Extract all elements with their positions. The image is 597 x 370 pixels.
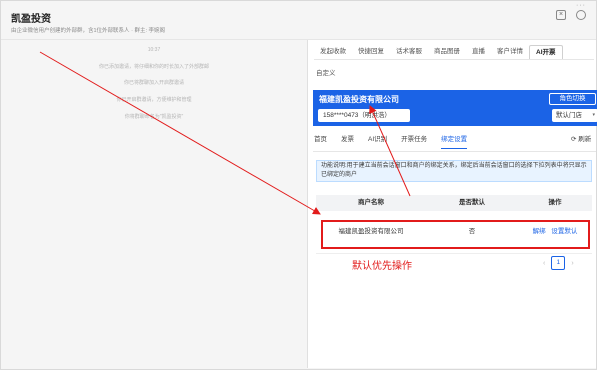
highlight-box [321,220,590,249]
header-is-default: 是否默认 [459,199,485,206]
system-message: 你将群聊命名为"凯盈投资" [124,114,184,120]
subnav-home[interactable]: 首页 [314,133,327,147]
tab-ai-invoice[interactable]: AI开票 [529,45,563,60]
company-name: 福建凯盈投资有限公司 [319,95,399,104]
tab-live[interactable]: 直播 [466,45,491,59]
tab-quick-reply[interactable]: 快捷回复 [352,45,390,59]
info-notice: 功能说明:用于建立当前会话窗口和商户的绑定关系，绑定后当前会话窗口的选择下拉列表… [316,160,592,182]
group-subtitle: 由企业微信用户创建的外部群，含1位外部联系人 · 群主: 李婉阁 [11,28,166,34]
chat-header: 凯盈投资 由企业微信用户创建的外部群，含1位外部联系人 · 群主: 李婉阁 ··… [1,1,596,40]
refresh-icon: ⟳ [571,136,577,143]
divider [314,59,594,60]
group-title: 凯盈投资 [11,14,51,25]
account-selector[interactable]: 158****0473（明洪浩） [318,109,410,122]
pagination: ‹ 1 › [543,256,574,270]
store-label: 默认门店 [556,112,582,119]
system-message: 你已添加邀请，将仔细和你的时长加入了外部群邮 [98,64,209,70]
subnav-invoice[interactable]: 发票 [341,133,354,147]
person-settings-icon[interactable] [576,10,586,20]
divider [313,151,596,152]
tab-product-album[interactable]: 商品图册 [428,45,466,59]
subnav-ai-recognition[interactable]: AI识别 [368,133,387,147]
system-message: 你已将群聊加入开启群邀请 [123,80,184,86]
header-merchant-name: 商户名称 [358,199,384,206]
chevron-down-icon: ▾ [592,112,595,118]
system-message: 你已开启群邀请，方便维护和管理 [116,97,192,103]
store-selector[interactable]: 默认门店 ▾ [552,109,597,122]
tool-tabs: 发起收款 快捷回复 话术客服 商品图册 直播 客户详情 AI开票 [314,45,594,60]
role-switch-button[interactable]: 角色切换 [549,93,596,105]
sub-navigation: 首页 发票 AI识别 开票任务 绑定设置 [314,133,596,149]
tab-customer-detail[interactable]: 客户详情 [491,45,529,59]
refresh-button[interactable]: ⟳ 刷新 [571,133,591,147]
tab-script-service[interactable]: 话术客服 [390,45,428,59]
more-icon[interactable]: ··· [576,2,586,9]
annotation-label: 默认优先操作 [352,261,412,272]
subnav-invoice-tasks[interactable]: 开票任务 [401,133,427,147]
chat-pane: 10:37 你已添加邀请，将仔细和你的时长加入了外部群邮 你已将群聊加入开启群邀… [1,40,308,368]
header-actions: 操作 [548,199,562,206]
subnav-binding-settings[interactable]: 绑定设置 [441,133,468,149]
chat-time: 10:37 [147,47,161,53]
tab-custom[interactable]: 自定义 [316,67,336,77]
close-square-icon[interactable]: × [556,10,566,20]
tool-panel: 发起收款 快捷回复 话术客服 商品图册 直播 客户详情 AI开票 自定义 福建凯… [308,40,597,368]
next-page-icon[interactable]: › [571,260,573,267]
refresh-label: 刷新 [578,136,592,143]
table-header: 商户名称 是否默认 操作 [316,195,592,211]
prev-page-icon[interactable]: ‹ [543,260,545,267]
tab-collect[interactable]: 发起收款 [314,45,352,59]
company-banner: 福建凯盈投资有限公司 角色切换 158****0473（明洪浩） 默认门店 ▾ [313,90,597,126]
page-number[interactable]: 1 [551,256,566,270]
